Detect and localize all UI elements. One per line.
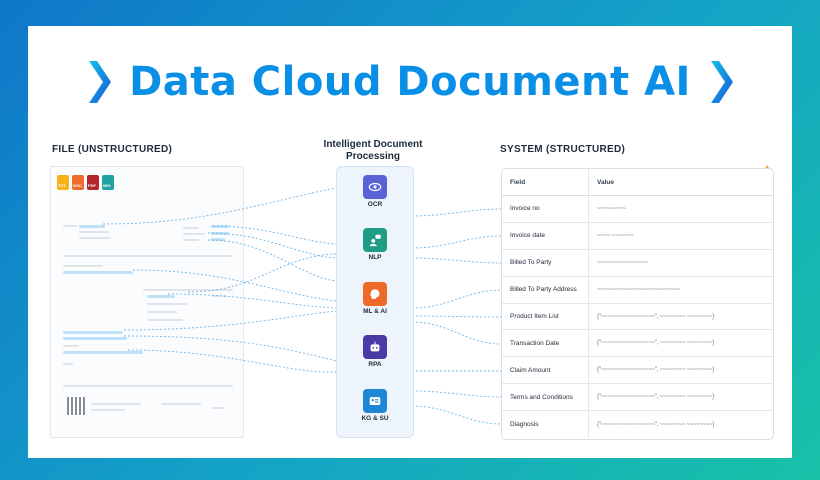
image-file-icon: IMG xyxy=(102,175,114,190)
left-section-label: FILE (UNSTRUCTURED) xyxy=(52,144,173,155)
value-cell: {"~~~~~~~~~~~~~~~~~", ~~~~~~~~ ~~~~~~~~} xyxy=(597,394,714,401)
step-rpa: RPA xyxy=(337,335,413,368)
field-cell: Invoice date xyxy=(502,222,589,249)
step-ocr: OCR xyxy=(337,175,413,208)
chevron-right-icon xyxy=(89,61,112,103)
robot-icon xyxy=(363,335,387,359)
value-cell: ~~~~ ~~~~~~~ xyxy=(597,232,634,239)
pdf-file-icon: PDF xyxy=(87,175,99,190)
value-cell: ~~~~~~~~~~~~~~~~ xyxy=(597,259,649,266)
page-title: Data Cloud Document AI xyxy=(129,59,691,105)
field-cell: Claim Amount xyxy=(502,357,589,384)
person-chat-icon xyxy=(363,228,387,252)
table-row: Claim Amount {"~~~~~~~~~~~~~~~~~", ~~~~~… xyxy=(502,357,773,385)
table-row: Terms and Conditions {"~~~~~~~~~~~~~~~~~… xyxy=(502,384,773,412)
value-cell: ~~~~~~~~~ xyxy=(597,205,626,212)
step-kg-su: KG & SU xyxy=(337,389,413,422)
value-cell: {"~~~~~~~~~~~~~~~~~", ~~~~~~~~ ~~~~~~~~} xyxy=(597,340,714,347)
field-cell: Diagnosis xyxy=(502,411,589,439)
table-row: Billed To Party Address ~~~~~~~~~~~~~~~~… xyxy=(502,276,773,304)
table-header: Field Value xyxy=(502,169,773,196)
value-cell: {"~~~~~~~~~~~~~~~~~", ~~~~~~~~ ~~~~~~~~} xyxy=(597,313,714,320)
eye-icon xyxy=(363,175,387,199)
field-cell: Terms and Conditions xyxy=(502,384,589,411)
doc-file-icon: DOC xyxy=(72,175,84,190)
structured-table: Field Value Invoice no ~~~~~~~~~ Invoice… xyxy=(501,168,774,440)
field-cell: Billed To Party Address xyxy=(502,276,589,303)
step-label: KG & SU xyxy=(361,415,389,422)
value-cell: {"~~~~~~~~~~~~~~~~~", ~~~~~~~~ ~~~~~~~~} xyxy=(597,421,714,428)
table-row: Billed To Party ~~~~~~~~~~~~~~~~ xyxy=(502,249,773,277)
step-ml-ai: ML & AI xyxy=(337,282,413,315)
unstructured-document: TXT DOC PDF IMG xyxy=(50,166,244,438)
field-cell: Invoice no xyxy=(502,196,589,222)
field-column-header: Field xyxy=(502,169,589,195)
step-label: RPA xyxy=(368,361,382,368)
step-label: NLP xyxy=(368,254,382,261)
table-row: Diagnosis {"~~~~~~~~~~~~~~~~~", ~~~~~~~~… xyxy=(502,411,773,439)
txt-file-icon: TXT xyxy=(57,175,69,190)
chevron-right-icon xyxy=(710,61,733,103)
field-cell: Product Item List xyxy=(502,303,589,330)
table-row: Product Item List {"~~~~~~~~~~~~~~~~~", … xyxy=(502,303,773,331)
field-cell: Billed To Party xyxy=(502,249,589,276)
table-row: Invoice no ~~~~~~~~~ xyxy=(502,196,773,223)
qr-code-icon xyxy=(67,397,85,415)
table-row: Transaction Date {"~~~~~~~~~~~~~~~~~", ~… xyxy=(502,330,773,358)
value-cell: ~~~~~~~~~~~~~~~~~~~~~~~~~~ xyxy=(597,286,681,293)
title-row: Data Cloud Document AI xyxy=(28,56,792,108)
processing-column: OCR NLP ML & AI RPA KG & SU xyxy=(336,166,414,438)
middle-section-label: Intelligent Document Processing xyxy=(323,139,423,162)
id-card-icon xyxy=(363,389,387,413)
step-label: ML & AI xyxy=(363,308,387,315)
table-row: Invoice date ~~~~ ~~~~~~~ xyxy=(502,222,773,250)
value-cell: {"~~~~~~~~~~~~~~~~~", ~~~~~~~~ ~~~~~~~~} xyxy=(597,367,714,374)
step-nlp: NLP xyxy=(337,228,413,261)
main-card: Data Cloud Document AI FILE (UNSTRUCTURE… xyxy=(28,26,792,458)
field-cell: Transaction Date xyxy=(502,330,589,357)
right-section-label: SYSTEM (STRUCTURED) xyxy=(500,144,626,155)
file-type-icons: TXT DOC PDF IMG xyxy=(57,175,114,190)
value-column-header: Value xyxy=(597,178,614,186)
step-label: OCR xyxy=(367,201,383,208)
brain-icon xyxy=(363,282,387,306)
